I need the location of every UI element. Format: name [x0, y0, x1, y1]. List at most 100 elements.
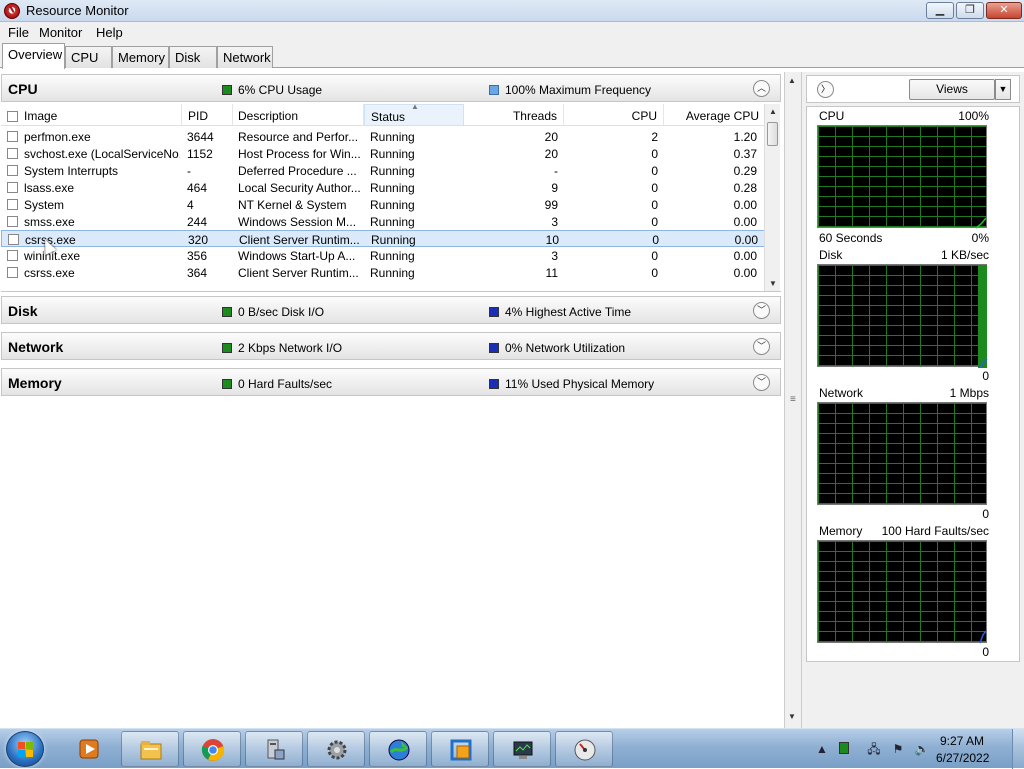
table-cell: 464 [187, 181, 208, 195]
taskbar-network-globe[interactable] [369, 731, 427, 767]
close-button[interactable]: ✕ [986, 2, 1022, 19]
table-row[interactable]: csrss.exe 364 Client Server Runtim... Runni… [1, 264, 765, 281]
taskbar-explorer[interactable] [121, 731, 179, 767]
row-checkbox[interactable] [7, 216, 18, 227]
column-header-image[interactable]: Image [1, 104, 182, 126]
table-row[interactable]: System Interrupts - Deferred Procedure ...… [1, 162, 765, 179]
main-scroll-down-arrow-icon[interactable]: ▼ [788, 712, 796, 721]
collapse-chevron-up-icon[interactable]: ︿ [753, 80, 770, 97]
row-checkbox[interactable] [7, 250, 18, 261]
expand-pane-chevron-right-icon[interactable]: 〉 [817, 81, 834, 98]
table-cell: 10 [545, 233, 559, 247]
table-row[interactable]: svchost.exe (LocalServiceNo... 1152 Host P… [1, 145, 765, 162]
column-header-status[interactable]: ▲ Status [364, 104, 464, 126]
clock-date[interactable]: 6/27/2022 [936, 751, 989, 765]
table-vertical-scrollbar[interactable]: ▲ ▼ [764, 104, 781, 291]
scroll-down-arrow-icon[interactable]: ▼ [765, 276, 781, 291]
tray-volume-icon[interactable]: 🔈 [914, 741, 930, 757]
taskbar-virtualbox[interactable] [431, 731, 489, 767]
taskbar: ▲ 🖧 ⚑ 🔈 9:27 AM 6/27/2022 [0, 728, 1024, 769]
tab-cpu[interactable]: CPU [65, 46, 112, 68]
table-cell: 0.00 [733, 249, 757, 263]
tray-show-hidden-icon[interactable]: ▲ [814, 741, 830, 757]
views-button[interactable]: Views [909, 79, 995, 100]
disk-graph-max: 1 KB/sec [940, 248, 989, 262]
table-cell: 20 [544, 130, 558, 144]
disk-section-header[interactable]: Disk 0 B/sec Disk I/O 4% Highest Active … [1, 296, 781, 324]
tab-network[interactable]: Network [217, 46, 273, 68]
network-graph [817, 402, 987, 505]
menu-monitor[interactable]: Monitor [39, 25, 82, 40]
table-row[interactable]: csrss.exe 320 Client Server Runtim... Runni… [1, 230, 765, 247]
taskbar-media-player[interactable] [60, 731, 112, 767]
show-desktop-button[interactable] [1012, 729, 1024, 769]
taskbar-resource-monitor[interactable] [555, 731, 613, 767]
memory-graph-title: Memory [819, 524, 863, 538]
tray-network-icon[interactable]: 🖧 [866, 741, 882, 757]
column-header-average-cpu[interactable]: Average CPU [664, 104, 765, 126]
tray-action-center-flag-icon[interactable]: ⚑ [890, 741, 906, 757]
row-checkbox[interactable] [7, 131, 18, 142]
disk-graph [817, 264, 988, 368]
table-cell: Client Server Runtim... [239, 233, 360, 247]
column-header-description[interactable]: Description [233, 104, 364, 126]
splitter-grip-icon[interactable]: ≡ [790, 394, 796, 405]
row-checkbox[interactable] [7, 182, 18, 193]
cpu-section-header[interactable]: CPU 6% CPU Usage 100% Maximum Frequency … [1, 74, 781, 102]
row-checkbox[interactable] [7, 165, 18, 176]
tab-overview[interactable]: Overview [2, 43, 65, 69]
table-cell: lsass.exe [24, 181, 75, 195]
tab-bar: Overview CPU Memory Disk Network [0, 42, 1024, 69]
main-scroll-up-arrow-icon[interactable]: ▲ [788, 76, 796, 85]
table-row[interactable]: wininit.exe 356 Windows Start-Up A... Runni… [1, 247, 765, 264]
taskbar-server-manager[interactable] [245, 731, 303, 767]
start-button[interactable] [6, 731, 44, 767]
menu-file[interactable]: File [8, 25, 29, 40]
table-cell: 0 [651, 215, 658, 229]
row-checkbox[interactable] [7, 267, 18, 278]
table-cell: perfmon.exe [24, 130, 91, 144]
column-header-threads[interactable]: Threads [464, 104, 564, 126]
views-dropdown-arrow-icon[interactable]: ▼ [995, 79, 1011, 100]
column-header-pid[interactable]: PID [182, 104, 233, 126]
expand-chevron-down-icon[interactable]: ﹀ [753, 338, 770, 355]
row-checkbox[interactable] [7, 148, 18, 159]
tab-memory[interactable]: Memory [112, 46, 169, 68]
pane-splitter[interactable]: ▲ ≡ ▼ [784, 72, 802, 728]
memory-section-header[interactable]: Memory 0 Hard Faults/sec 11% Used Physic… [1, 368, 781, 396]
tray-resource-monitor-icon[interactable] [836, 741, 852, 757]
server-manager-icon [267, 739, 285, 760]
taskbar-settings[interactable] [307, 731, 365, 767]
row-checkbox[interactable] [7, 199, 18, 210]
minimize-button[interactable]: ▁ [926, 2, 954, 19]
tab-disk[interactable]: Disk [169, 46, 217, 68]
table-cell: NT Kernel & System [238, 198, 347, 212]
table-row-clipped[interactable] [1, 281, 765, 291]
table-cell: 0.28 [733, 181, 757, 195]
scroll-thumb[interactable] [767, 122, 778, 146]
network-section-header[interactable]: Network 2 Kbps Network I/O 0% Network Ut… [1, 332, 781, 360]
taskbar-computer-management[interactable] [493, 731, 551, 767]
table-row[interactable]: lsass.exe 464 Local Security Author... Runn… [1, 179, 765, 196]
menu-help[interactable]: Help [96, 25, 123, 40]
table-cell: Running [370, 198, 415, 212]
taskbar-chrome[interactable] [183, 731, 241, 767]
maximize-button[interactable]: ❐ [956, 2, 984, 19]
clock-time[interactable]: 9:27 AM [940, 734, 984, 748]
table-cell: Running [371, 233, 416, 247]
table-row[interactable]: smss.exe 244 Windows Session M... Running 3 0… [1, 213, 765, 230]
column-header-cpu[interactable]: CPU [564, 104, 664, 126]
sort-ascending-icon: ▲ [411, 104, 419, 111]
physical-memory-stat: 11% Used Physical Memory [505, 377, 655, 391]
table-row[interactable]: System 4 NT Kernel & System Running 99 0 0.00 [1, 196, 765, 213]
row-checkbox[interactable] [8, 234, 19, 245]
scroll-up-arrow-icon[interactable]: ▲ [765, 104, 781, 120]
select-all-checkbox[interactable] [7, 111, 18, 122]
table-row[interactable]: perfmon.exe 3644 Resource and Perfor... Run… [1, 128, 765, 145]
expand-chevron-down-icon[interactable]: ﹀ [753, 374, 770, 391]
table-cell: 9 [551, 181, 558, 195]
expand-chevron-down-icon[interactable]: ﹀ [753, 302, 770, 319]
graphs-panel: CPU 100% 60 Seconds 0% Disk 1 KB/sec 0 N… [806, 106, 1020, 662]
network-section-title: Network [8, 339, 64, 355]
disk-io-stat: 0 B/sec Disk I/O [238, 305, 325, 319]
